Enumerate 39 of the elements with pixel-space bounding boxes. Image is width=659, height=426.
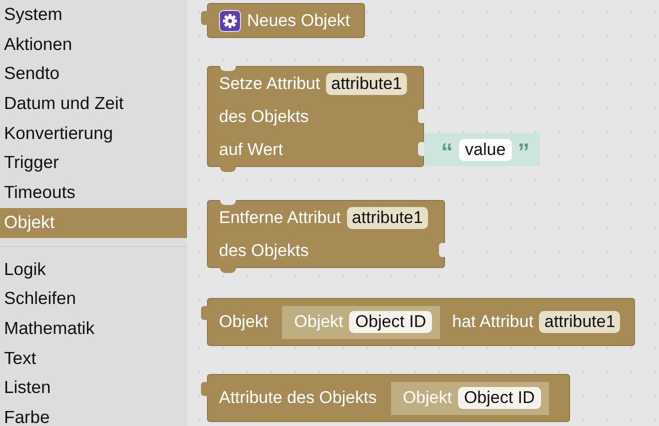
quote-mark: ” [518,140,530,164]
dropdown-field[interactable]: attribute1 [346,206,428,228]
object-block[interactable]: Objekt Object ID [282,306,440,338]
input-socket [438,243,445,257]
block-label: Entferne Attribut [219,206,341,229]
block-label: hat Attribut [452,311,534,334]
category-item[interactable]: Trigger [0,148,187,178]
block-label: auf Wert [219,138,283,161]
category-item[interactable]: Aktionen [0,30,187,60]
category-item[interactable]: Mathematik [0,314,187,344]
block-label: Objekt [294,311,344,334]
text-field[interactable]: Object ID [458,387,541,409]
text-field[interactable]: Object ID [349,311,432,333]
text-block[interactable]: “ value ” [423,133,540,166]
quote-mark: “ [441,140,454,164]
category-item[interactable]: Listen [0,373,187,403]
block-label: Setze Attribut [219,72,320,95]
dropdown-field[interactable]: attribute1 [539,311,620,333]
block-label: Objekt [219,311,268,334]
dropdown-field[interactable]: attribute1 [326,72,408,94]
category-item[interactable]: Schleifen [0,284,187,314]
block-label: Attribute des Objekts [219,387,377,410]
category-item[interactable]: Farbe [0,402,187,426]
category-item[interactable]: System [0,0,187,30]
category-item[interactable]: Datum und Zeit [0,89,187,119]
input-socket [418,142,424,156]
text-field[interactable]: value [459,138,512,160]
input-socket [418,109,424,123]
category-item[interactable]: Konvertierung [0,118,187,148]
gear-icon[interactable] [219,10,241,32]
block-label: Objekt [402,387,452,410]
category-item[interactable]: Sendto [0,59,187,90]
block-label: des Objekts [219,240,309,262]
category-item[interactable]: Logik [0,254,187,284]
object-block[interactable]: Objekt Object ID [390,382,549,414]
category-item[interactable]: Timeouts [0,178,187,208]
block-label: Neues Objekt [247,10,350,32]
category-item[interactable]: Text [0,344,187,374]
block-label: des Objekts [219,106,309,128]
